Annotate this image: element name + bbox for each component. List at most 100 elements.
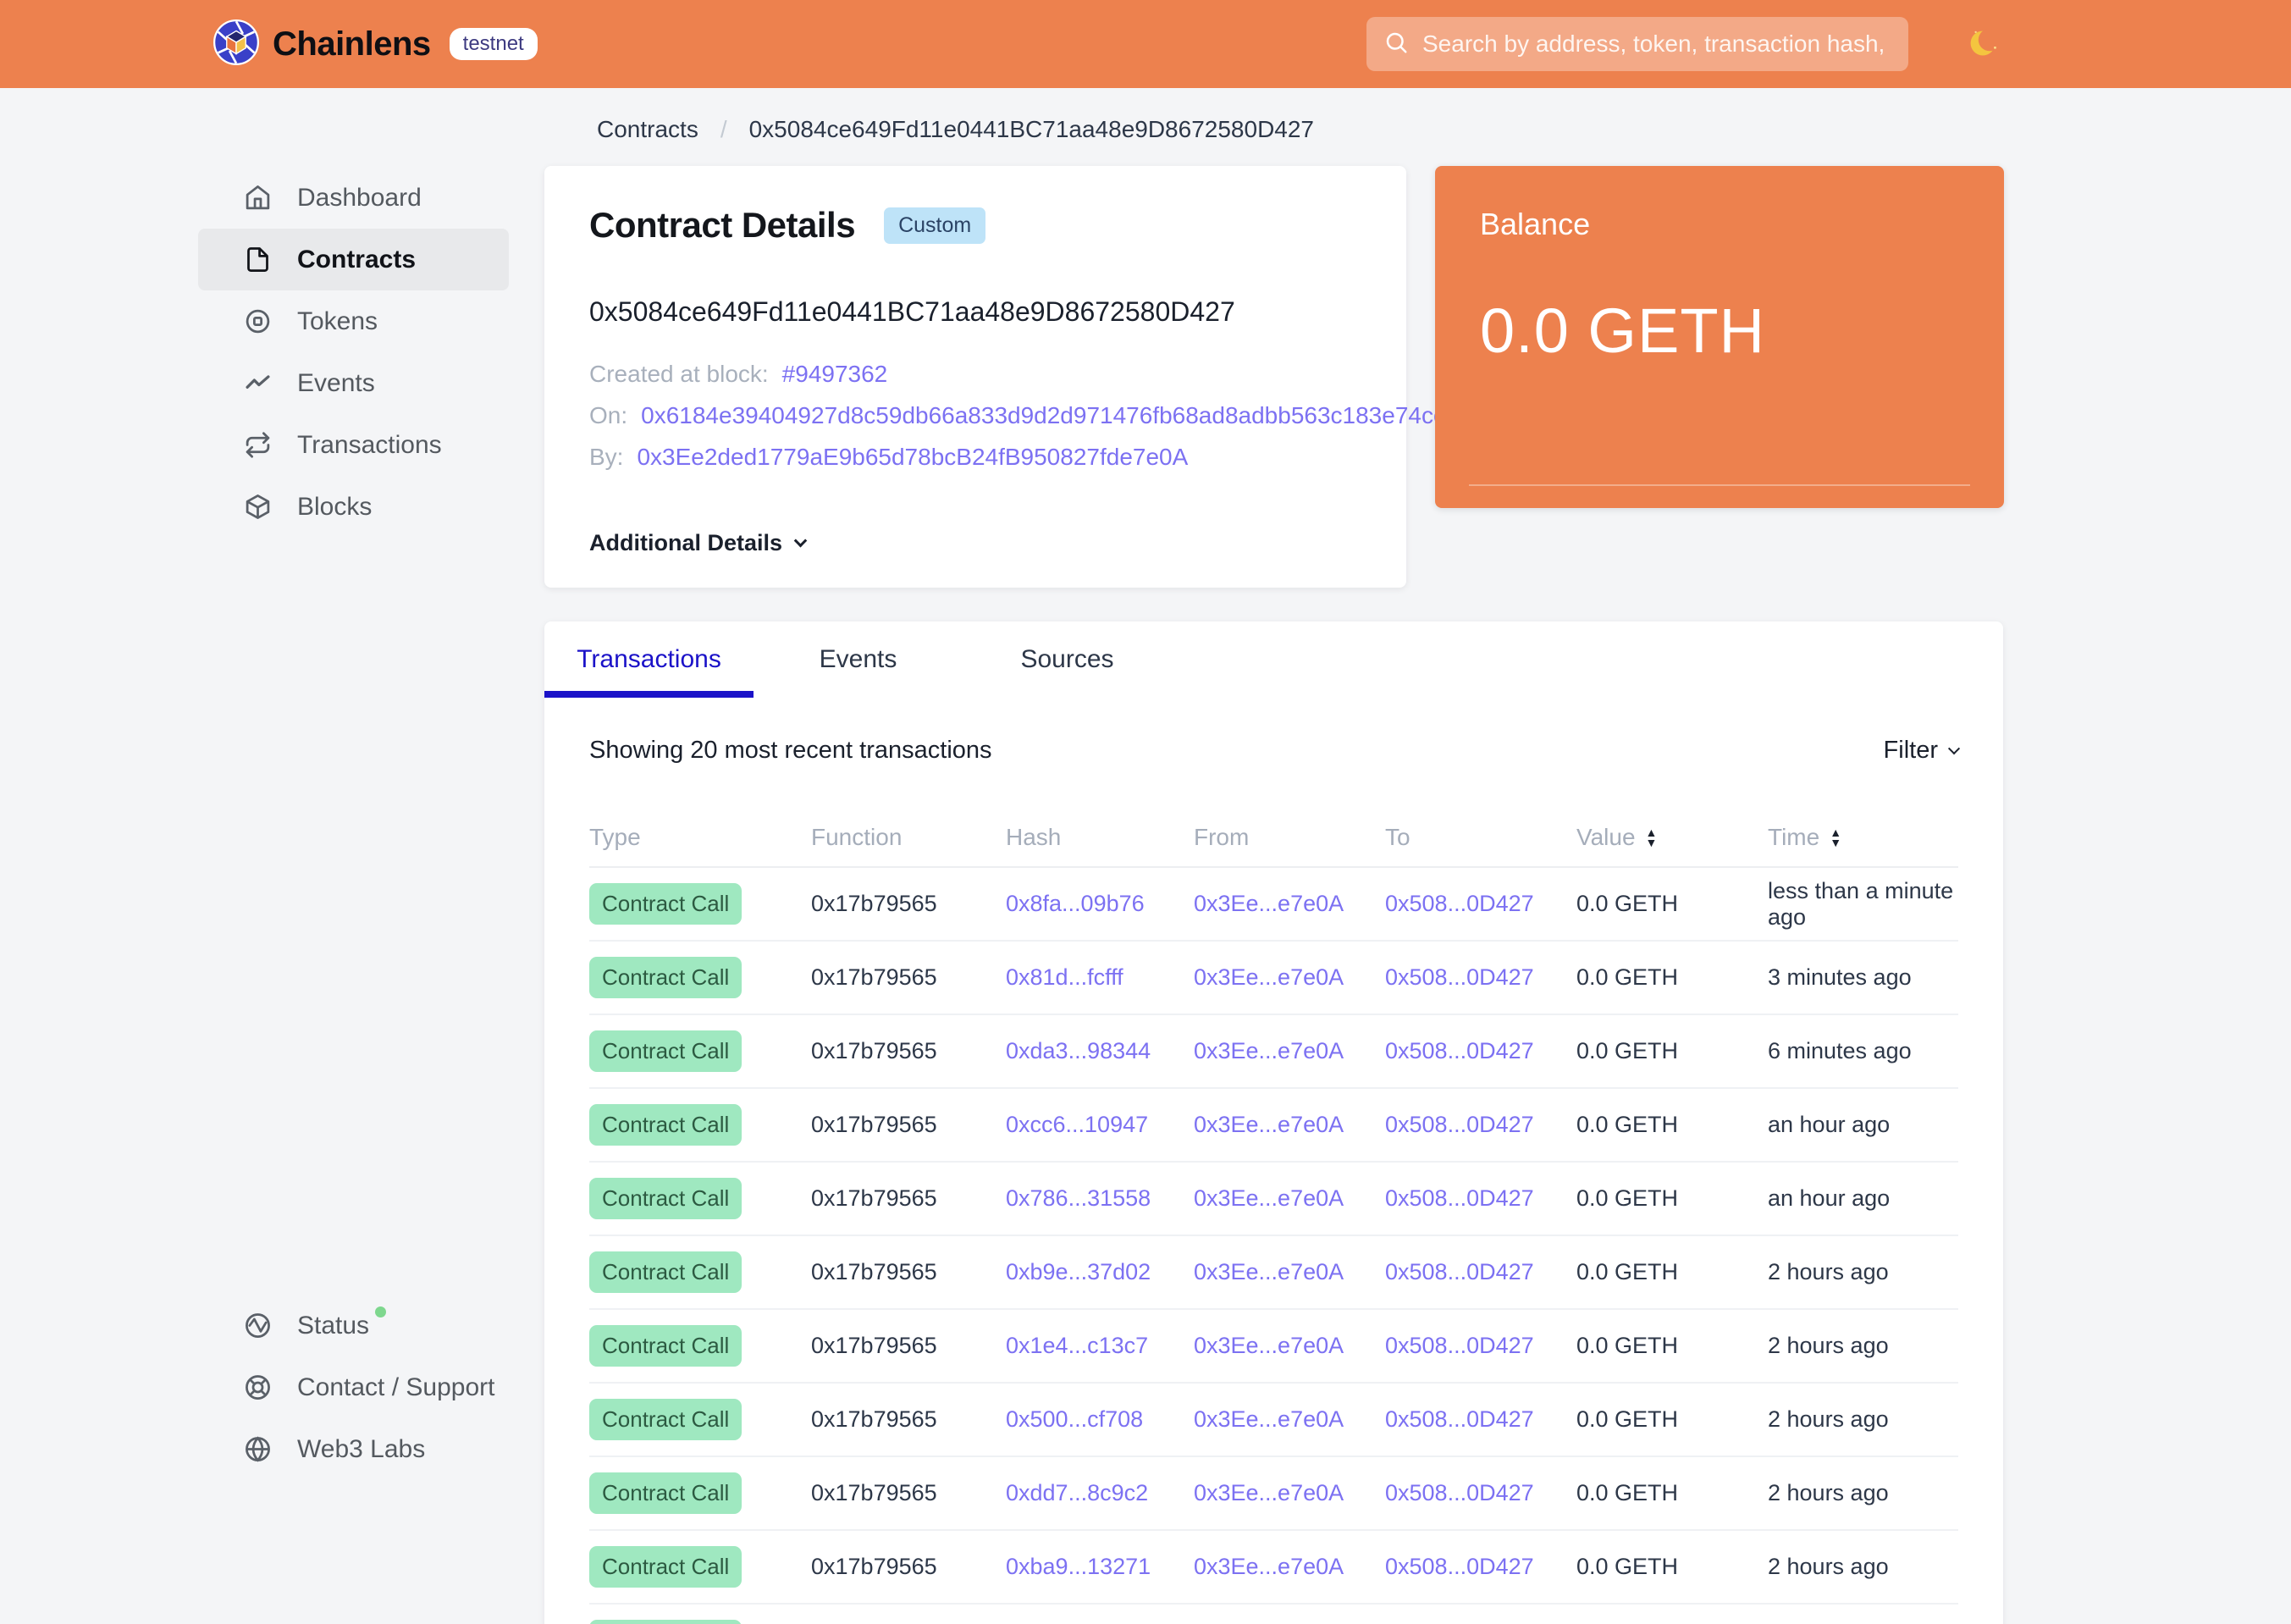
tx-value: 0.0 GETH <box>1576 1333 1679 1358</box>
brand-name: Chainlens <box>273 25 431 63</box>
tx-to-link[interactable]: 0x508...0D427 <box>1385 1333 1534 1358</box>
sidebar-footer: Status Contact / Support Web3 Labs <box>198 1295 509 1480</box>
tab-events[interactable]: Events <box>754 621 963 698</box>
transactions-panel: Transactions Events Sources Showing 20 m… <box>544 621 2003 1624</box>
tx-to-link[interactable]: 0x508...0D427 <box>1385 1480 1534 1505</box>
tx-time: 2 hours ago <box>1768 1259 1889 1284</box>
sidebar-item-events[interactable]: Events <box>198 352 509 414</box>
tx-from-link[interactable]: 0x3Ee...e7e0A <box>1194 1259 1344 1284</box>
additional-details-toggle[interactable]: Additional Details <box>589 530 1361 556</box>
tx-value: 0.0 GETH <box>1576 1259 1679 1284</box>
contract-details-title: Contract Details <box>589 205 856 245</box>
sort-icon[interactable]: ▲ ▼ <box>1830 826 1841 848</box>
tx-from-link[interactable]: 0x3Ee...e7e0A <box>1194 1554 1344 1579</box>
tx-to-link[interactable]: 0x508...0D427 <box>1385 1259 1534 1284</box>
sort-icon[interactable]: ▲ ▼ <box>1646 826 1658 848</box>
tx-function: 0x17b79565 <box>811 1259 937 1284</box>
tx-to-link[interactable]: 0x508...0D427 <box>1385 1406 1534 1432</box>
tx-hash-link[interactable]: 0xdd7...8c9c2 <box>1006 1480 1148 1505</box>
breadcrumb-current-address: 0x5084ce649Fd11e0441BC71aa48e9D8672580D4… <box>748 116 1315 142</box>
tx-value: 0.0 GETH <box>1576 1554 1679 1579</box>
tab-sources[interactable]: Sources <box>963 621 1172 698</box>
tx-hash-link[interactable]: 0x500...cf708 <box>1006 1406 1143 1432</box>
brand[interactable]: Chainlens testnet <box>213 19 538 69</box>
tx-from-link[interactable]: 0x3Ee...e7e0A <box>1194 891 1344 916</box>
table-row: Contract Call 0x17b79565 0xcc6...10947 0… <box>589 1089 1958 1163</box>
tx-hash-link[interactable]: 0x81d...fcfff <box>1006 964 1123 990</box>
tx-hash-link[interactable]: 0xb9e...37d02 <box>1006 1259 1151 1284</box>
tx-hash-link[interactable]: 0x8fa...09b76 <box>1006 891 1145 916</box>
life-buoy-icon <box>244 1373 272 1401</box>
cube-icon <box>244 493 272 521</box>
sidebar-item-dashboard[interactable]: Dashboard <box>198 167 509 229</box>
filter-button[interactable]: Filter <box>1884 737 1961 765</box>
tx-to-link[interactable]: 0x508...0D427 <box>1385 1185 1534 1211</box>
sidebar-item-transactions[interactable]: Transactions <box>198 414 509 476</box>
tx-hash-link[interactable]: 0xba9...13271 <box>1006 1554 1151 1579</box>
table-row: Contract Call 0x17b79565 0x786...31558 0… <box>589 1163 1958 1236</box>
sidebar-item-label: Blocks <box>297 492 373 521</box>
table-row: Contract Call 0x17b79565 0xda3...98344 0… <box>589 1015 1958 1089</box>
transactions-table: Type Function Hash From To Value ▲ ▼ Time… <box>589 824 1958 1624</box>
tx-type-badge: Contract Call <box>589 1620 743 1624</box>
tx-value: 0.0 GETH <box>1576 1112 1679 1137</box>
sidebar-nav: Dashboard Contracts Tokens Events Transa… <box>198 167 509 538</box>
tx-to-link[interactable]: 0x508...0D427 <box>1385 1038 1534 1063</box>
creation-tx-hash-link[interactable]: 0x6184e39404927d8c59db66a833d9d2d971476f… <box>641 402 1498 429</box>
sidebar-item-label: Dashboard <box>297 183 422 212</box>
column-header-function: Function <box>811 824 903 850</box>
sidebar-item-status[interactable]: Status <box>198 1295 509 1356</box>
column-header-time-sort[interactable]: Time ▲ ▼ <box>1768 824 1958 851</box>
tx-from-link[interactable]: 0x3Ee...e7e0A <box>1194 1185 1344 1211</box>
tx-function: 0x17b79565 <box>811 1333 937 1358</box>
contract-details-card: Contract Details Custom 0x5084ce649Fd11e… <box>544 166 1498 588</box>
status-online-dot <box>375 1306 387 1317</box>
chevron-down-icon <box>793 533 808 548</box>
column-header-type: Type <box>589 824 641 850</box>
contract-address: 0x5084ce649Fd11e0441BC71aa48e9D8672580D4… <box>589 296 1235 327</box>
sidebar-item-label: Tokens <box>297 307 378 335</box>
tx-to-link[interactable]: 0x508...0D427 <box>1385 891 1534 916</box>
sidebar-item-tokens[interactable]: Tokens <box>198 290 509 352</box>
created-on-label: On: <box>589 401 628 428</box>
tx-type-badge: Contract Call <box>589 1399 743 1440</box>
tx-function: 0x17b79565 <box>811 1480 937 1505</box>
tab-transactions[interactable]: Transactions <box>544 621 754 698</box>
sidebar-item-label: Contracts <box>297 245 417 273</box>
tx-time: 6 minutes ago <box>1768 1038 1912 1063</box>
tx-type-badge: Contract Call <box>589 1178 743 1219</box>
sidebar-item-contracts[interactable]: Contracts <box>198 229 509 290</box>
sidebar-item-web3-labs[interactable]: Web3 Labs <box>198 1418 509 1480</box>
tx-from-link[interactable]: 0x3Ee...e7e0A <box>1194 964 1344 990</box>
tx-hash-link[interactable]: 0x786...31558 <box>1006 1185 1151 1211</box>
search-bar[interactable] <box>1366 17 1908 71</box>
tx-from-link[interactable]: 0x3Ee...e7e0A <box>1194 1406 1344 1432</box>
tx-from-link[interactable]: 0x3Ee...e7e0A <box>1194 1038 1344 1063</box>
column-header-value-sort[interactable]: Value ▲ ▼ <box>1576 824 1768 851</box>
sidebar-item-blocks[interactable]: Blocks <box>198 476 509 538</box>
created-block-link[interactable]: #9497362 <box>782 361 888 388</box>
table-header-row: Type Function Hash From To Value ▲ ▼ Time… <box>589 824 1958 868</box>
tx-from-link[interactable]: 0x3Ee...e7e0A <box>1194 1480 1344 1505</box>
tx-hash-link[interactable]: 0xda3...98344 <box>1006 1038 1151 1063</box>
creator-address-link[interactable]: 0x3Ee2ded1779aE9b65d78bcB24fB950827fde7e… <box>637 444 1188 471</box>
tx-to-link[interactable]: 0x508...0D427 <box>1385 964 1534 990</box>
search-input[interactable] <box>1422 30 1891 58</box>
tx-time: an hour ago <box>1768 1185 1891 1211</box>
globe-icon <box>244 1435 272 1463</box>
tx-hash-link[interactable]: 0xcc6...10947 <box>1006 1112 1148 1137</box>
breadcrumb-contracts-link[interactable]: Contracts <box>597 116 698 143</box>
tx-from-link[interactable]: 0x3Ee...e7e0A <box>1194 1333 1344 1358</box>
breadcrumb-separator: / <box>720 116 727 142</box>
dark-mode-toggle[interactable] <box>1963 24 2003 64</box>
moon-icon <box>1965 25 2001 64</box>
tx-from-link[interactable]: 0x3Ee...e7e0A <box>1194 1112 1344 1137</box>
tx-function: 0x17b79565 <box>811 891 937 916</box>
tx-to-link[interactable]: 0x508...0D427 <box>1385 1554 1534 1579</box>
tx-to-link[interactable]: 0x508...0D427 <box>1385 1112 1534 1137</box>
tx-type-badge: Contract Call <box>589 1472 743 1514</box>
tx-function: 0x17b79565 <box>811 1554 937 1579</box>
tx-value: 0.0 GETH <box>1576 964 1679 990</box>
sidebar-item-contact-support[interactable]: Contact / Support <box>198 1356 509 1418</box>
tx-hash-link[interactable]: 0x1e4...c13c7 <box>1006 1333 1148 1358</box>
